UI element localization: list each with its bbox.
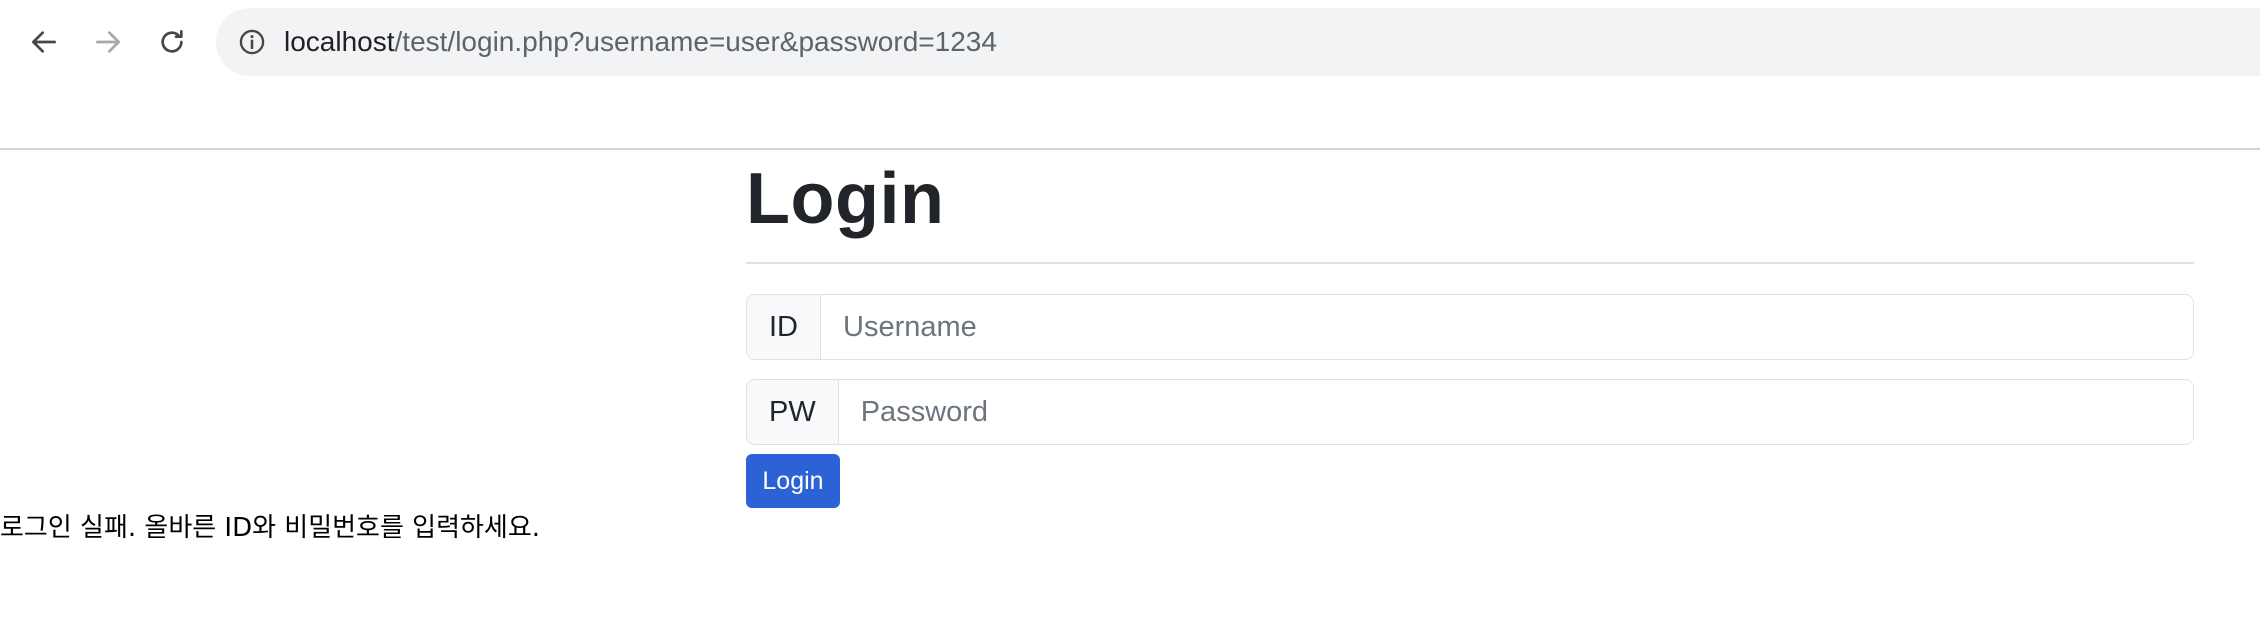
password-input-group: PW (746, 379, 2194, 445)
id-label: ID (747, 295, 821, 359)
reload-icon (161, 30, 183, 53)
username-input-group: ID (746, 294, 2194, 360)
reload-button[interactable] (150, 20, 194, 64)
login-container: Login ID PW Login (746, 150, 2194, 508)
info-circle-icon[interactable] (238, 28, 266, 56)
page-title: Login (746, 159, 945, 239)
password-input[interactable] (838, 380, 2193, 444)
login-button[interactable]: Login (746, 454, 840, 508)
back-button[interactable] (22, 20, 66, 64)
browser-toolbar: localhost/test/login.php?username=user&p… (0, 0, 2260, 82)
pw-label: PW (747, 380, 839, 444)
url-text[interactable]: localhost/test/login.php?username=user&p… (284, 8, 997, 76)
arrow-right-icon (96, 31, 120, 53)
arrow-left-icon (32, 31, 56, 53)
url-host: localhost (284, 26, 395, 57)
url-path: /test/login.php?username=user&password=1… (394, 26, 997, 57)
address-bar[interactable]: localhost/test/login.php?username=user&p… (216, 8, 2260, 76)
forward-button[interactable] (86, 20, 130, 64)
login-error-message: 로그인 실패. 올바른 ID와 비밀번호를 입력하세요. (0, 513, 541, 543)
title-divider (746, 262, 2194, 264)
username-input[interactable] (821, 295, 2193, 359)
